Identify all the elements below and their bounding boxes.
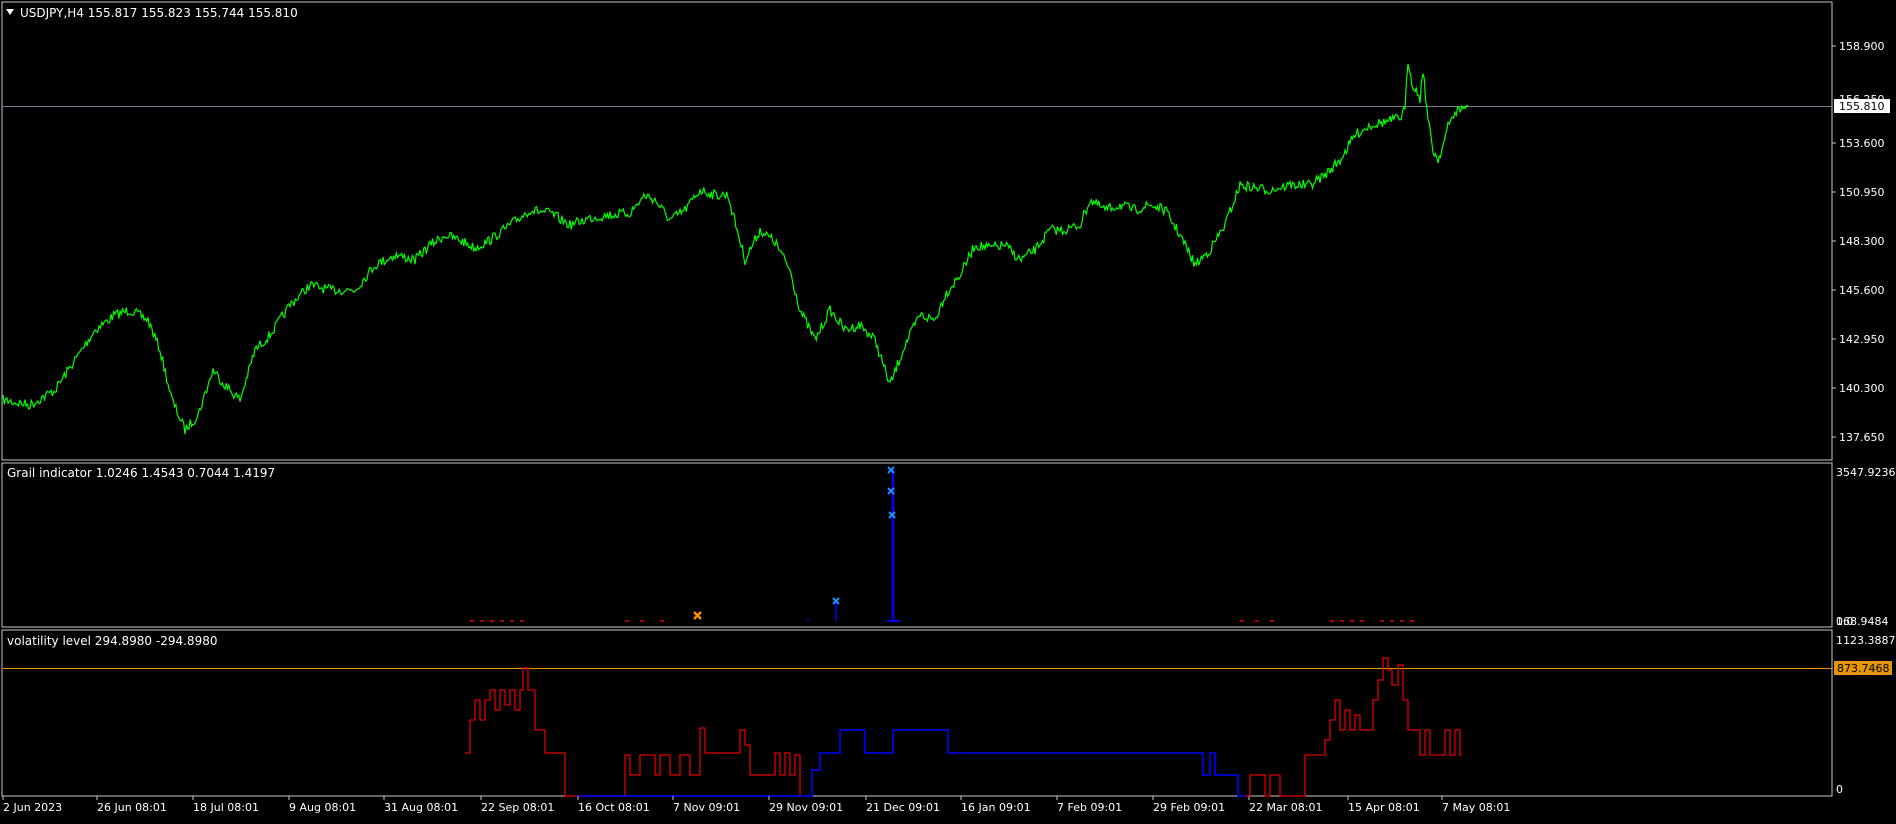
- chart-canvas[interactable]: USDJPY,H4 155.817 155.823 155.744 155.81…: [0, 0, 1896, 820]
- chart-background: [0, 0, 1896, 820]
- price-scale-label: 148.300: [1839, 235, 1885, 248]
- time-axis-label: 29 Nov 09:01: [769, 801, 843, 814]
- time-axis-label: 18 Jul 08:01: [193, 801, 259, 814]
- volatility-level-label: 873.7468: [1837, 662, 1890, 675]
- main-panel-header: USDJPY,H4 155.817 155.823 155.744 155.81…: [20, 6, 298, 20]
- time-axis-label: 7 Nov 09:01: [673, 801, 740, 814]
- volatility-panel-header: volatility level 294.8980 -294.8980: [7, 634, 217, 648]
- price-scale-label: 153.600: [1839, 137, 1885, 150]
- volatility-scale-top: 1123.3887: [1836, 634, 1896, 647]
- time-axis-label: 29 Feb 09:01: [1153, 801, 1225, 814]
- grail-scale-bottom: 168.9484: [1836, 615, 1889, 628]
- grail-panel-header: Grail indicator 1.0246 1.4543 0.7044 1.4…: [7, 466, 275, 480]
- time-axis-label: 22 Sep 08:01: [481, 801, 554, 814]
- price-scale-label: 145.600: [1839, 284, 1885, 297]
- price-scale-label: 150.950: [1839, 186, 1885, 199]
- time-axis-label: 7 May 08:01: [1442, 801, 1510, 814]
- time-axis-label: 21 Dec 09:01: [866, 801, 940, 814]
- time-axis-label: 2 Jun 2023: [3, 801, 62, 814]
- time-axis-label: 26 Jun 08:01: [97, 801, 167, 814]
- price-scale-label: 158.900: [1839, 40, 1885, 53]
- time-axis-label: 31 Aug 08:01: [384, 801, 458, 814]
- price-scale-label: 140.300: [1839, 382, 1885, 395]
- price-scale-label: 142.950: [1839, 333, 1885, 346]
- time-axis-label: 16 Oct 08:01: [578, 801, 650, 814]
- time-axis-label: 22 Mar 08:01: [1249, 801, 1322, 814]
- time-axis-label: 7 Feb 09:01: [1057, 801, 1122, 814]
- grail-scale-top: 3547.9236: [1836, 466, 1896, 479]
- time-axis-label: 15 Apr 08:01: [1348, 801, 1420, 814]
- mt4-chart-window[interactable]: USDJPY,H4 155.817 155.823 155.744 155.81…: [0, 0, 1896, 820]
- current-price-label: 155.810: [1839, 100, 1885, 113]
- time-axis-label: 16 Jan 09:01: [961, 801, 1031, 814]
- volatility-scale-bottom: 0: [1836, 783, 1843, 796]
- time-axis-label: 9 Aug 08:01: [289, 801, 356, 814]
- price-scale-label: 137.650: [1839, 431, 1885, 444]
